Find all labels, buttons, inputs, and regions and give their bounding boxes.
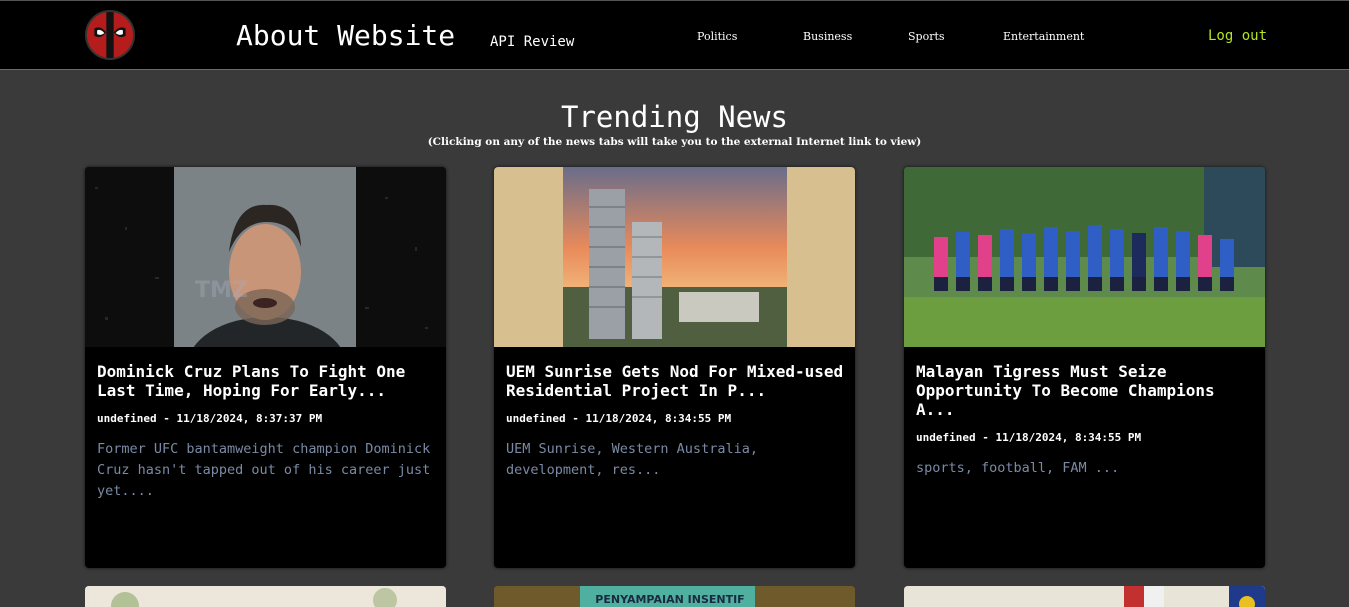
news-image — [904, 586, 1265, 607]
news-description: Former UFC bantamweight champion Dominic… — [97, 441, 431, 499]
navbar: About Website API Review Politics Busine… — [0, 0, 1349, 70]
news-title[interactable]: UEM Sunrise Gets Nod For Mixed-used Resi… — [506, 362, 846, 400]
news-image — [494, 167, 855, 347]
news-meta: undefined - 11/18/2024, 8:34:55 PM — [916, 431, 1142, 444]
news-description: sports, football, FAM ... — [916, 460, 1120, 476]
nav-entertainment[interactable]: Entertainment — [1003, 30, 1084, 43]
nav-business[interactable]: Business — [803, 30, 852, 43]
news-title[interactable]: Malayan Tigress Must Seize Opportunity T… — [916, 362, 1256, 419]
news-card[interactable]: TMZ Dominick Cruz Plans To Fight One Las… — [85, 167, 446, 568]
logout-link[interactable]: Log out — [1208, 28, 1267, 44]
nav-sports[interactable]: Sports — [908, 30, 945, 43]
news-card-partial[interactable] — [904, 586, 1265, 607]
news-image — [904, 167, 1265, 347]
page-subtitle: (Clicking on any of the news tabs will t… — [427, 136, 922, 148]
nav-politics[interactable]: Politics — [697, 30, 737, 43]
brand-title[interactable]: About Website — [236, 19, 455, 52]
news-meta: undefined - 11/18/2024, 8:34:55 PM — [506, 412, 732, 425]
news-description: UEM Sunrise, Western Australia, developm… — [506, 441, 758, 478]
news-meta: undefined - 11/18/2024, 8:37:37 PM — [97, 412, 323, 425]
news-card-partial[interactable] — [85, 586, 446, 607]
news-card[interactable]: UEM Sunrise Gets Nod For Mixed-used Resi… — [494, 167, 855, 568]
deadpool-logo-icon[interactable] — [85, 10, 135, 60]
news-card-partial[interactable]: PENYAMPAIAN INSENTIF — [494, 586, 855, 607]
news-title[interactable]: Dominick Cruz Plans To Fight One Last Ti… — [97, 362, 437, 400]
news-image — [85, 586, 446, 607]
news-card[interactable]: Malayan Tigress Must Seize Opportunity T… — [904, 167, 1265, 568]
svg-text:TMZ: TMZ — [195, 278, 248, 303]
banner-text: PENYAMPAIAN INSENTIF — [595, 593, 745, 606]
page-title: Trending News — [561, 100, 788, 134]
api-review-link[interactable]: API Review — [490, 34, 574, 50]
news-image: TMZ — [85, 167, 446, 347]
